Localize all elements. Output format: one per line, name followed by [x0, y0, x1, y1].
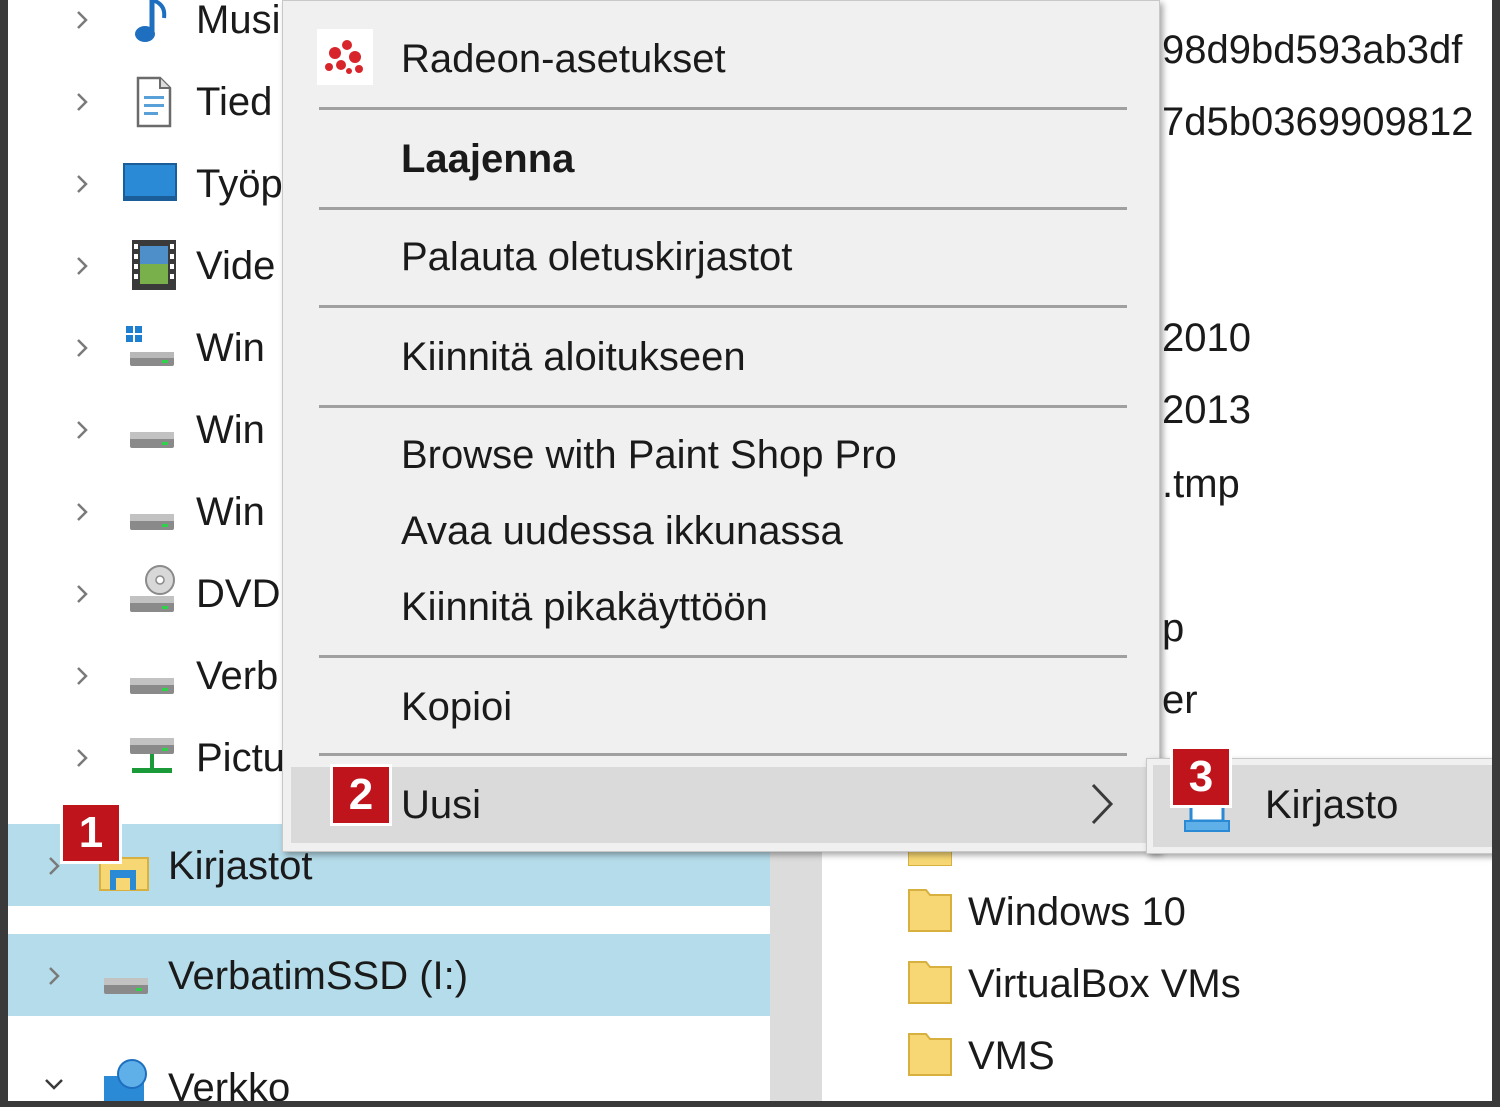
context-menu: Radeon-asetukset Laajenna Palauta oletus…: [282, 0, 1160, 852]
nav-item-label: Win: [196, 490, 265, 534]
network-drive-icon: [122, 730, 178, 786]
menu-separator: [319, 305, 1127, 308]
nav-item-label: Musi: [196, 0, 281, 42]
menu-item-label: Browse with Paint Shop Pro: [401, 433, 897, 477]
chevron-right-icon[interactable]: [72, 666, 92, 686]
menu-item-label: Kopioi: [401, 685, 513, 729]
folder-row[interactable]: Windows 10: [822, 880, 1492, 944]
step-marker-2: 2: [330, 764, 392, 826]
window-border-right: [1492, 0, 1500, 1107]
nav-item-network[interactable]: Verkko: [8, 1044, 770, 1107]
chevron-right-icon[interactable]: [72, 502, 92, 522]
menu-item-label: Radeon-asetukset: [401, 37, 726, 81]
folder-name: VirtualBox VMs: [968, 962, 1241, 1006]
chevron-right-icon[interactable]: [72, 174, 92, 194]
menu-item-pin-quick-access[interactable]: Kiinnitä pikakäyttöön: [283, 569, 1159, 641]
menu-separator: [319, 107, 1127, 110]
radeon-icon: [317, 29, 373, 85]
menu-item-browse-paint-shop-pro[interactable]: Browse with Paint Shop Pro: [283, 419, 1159, 491]
video-film-icon: [126, 236, 182, 292]
folder-row[interactable]: VMS: [822, 1024, 1492, 1088]
nav-item-label: Vide: [196, 244, 276, 288]
folder-row[interactable]: VirtualBox VMs: [822, 952, 1492, 1016]
menu-item-open-new-window[interactable]: Avaa uudessa ikkunassa: [283, 495, 1159, 567]
file-name-partial[interactable]: .tmp: [1162, 460, 1240, 508]
menu-separator: [319, 753, 1127, 756]
nav-item-label: Win: [196, 408, 265, 452]
menu-item-label: Avaa uudessa ikkunassa: [401, 509, 843, 553]
menu-item-expand[interactable]: Laajenna: [283, 121, 1159, 193]
folder-icon: [908, 1028, 952, 1076]
nav-item-label: Tied: [196, 80, 273, 124]
chevron-right-icon[interactable]: [72, 338, 92, 358]
menu-item-new[interactable]: Uusi: [291, 767, 1151, 843]
file-name-partial[interactable]: 7d5b0369909812: [1162, 98, 1473, 146]
menu-item-label: Kiinnitä aloitukseen: [401, 335, 746, 379]
step-marker-3: 3: [1170, 746, 1232, 808]
drive-icon: [96, 948, 152, 1004]
dvd-drive-icon: [122, 562, 178, 618]
chevron-right-icon[interactable]: [44, 966, 64, 986]
desktop-icon: [122, 156, 178, 212]
folder-icon: [908, 884, 952, 932]
nav-item-label: Verb: [196, 654, 279, 698]
chevron-right-icon[interactable]: [72, 10, 92, 30]
drive-icon: [122, 484, 178, 540]
file-name-partial[interactable]: 2013: [1162, 386, 1251, 434]
window-border-left: [0, 0, 8, 1107]
chevron-right-icon[interactable]: [72, 256, 92, 276]
menu-item-radeon-settings[interactable]: Radeon-asetukset: [283, 21, 1159, 93]
nav-item-label: Win: [196, 326, 265, 370]
menu-item-copy[interactable]: Kopioi: [283, 669, 1159, 741]
chevron-right-icon: [1087, 781, 1117, 827]
folder-name: VMS: [968, 1034, 1055, 1078]
chevron-down-icon[interactable]: [44, 1074, 64, 1094]
menu-item-label: Laajenna: [401, 137, 575, 181]
window-border-bottom: [0, 1101, 1500, 1107]
submenu-item-label: Kirjasto: [1265, 783, 1399, 827]
menu-item-restore-libraries[interactable]: Palauta oletuskirjastot: [283, 221, 1159, 293]
nav-item-verbatim-ssd[interactable]: VerbatimSSD (I:): [8, 934, 770, 1016]
document-icon: [126, 74, 182, 130]
music-note-icon: [126, 0, 182, 48]
drive-icon: [122, 648, 178, 704]
file-name-partial[interactable]: er: [1162, 676, 1198, 724]
step-marker-1: 1: [60, 802, 122, 864]
nav-item-label: VerbatimSSD (I:): [168, 954, 469, 998]
menu-item-label: Uusi: [401, 783, 482, 827]
chevron-right-icon[interactable]: [72, 584, 92, 604]
nav-item-label: Pictu: [196, 736, 285, 780]
folder-icon: [908, 956, 952, 1004]
chevron-right-icon[interactable]: [72, 748, 92, 768]
menu-separator: [319, 207, 1127, 210]
nav-item-label: DVD-: [196, 572, 294, 616]
menu-separator: [319, 655, 1127, 658]
file-name-partial[interactable]: p: [1162, 604, 1184, 652]
file-name-partial[interactable]: 98d9bd593ab3df: [1162, 26, 1462, 74]
folder-name: Windows 10: [968, 890, 1186, 934]
file-name-partial[interactable]: 2010: [1162, 314, 1251, 362]
nav-item-label: Työp: [196, 162, 283, 206]
windows-drive-icon: [122, 320, 178, 376]
chevron-right-icon[interactable]: [72, 92, 92, 112]
menu-separator: [319, 405, 1127, 408]
chevron-right-icon[interactable]: [72, 420, 92, 440]
menu-item-pin-to-start[interactable]: Kiinnitä aloitukseen: [283, 319, 1159, 391]
network-icon: [96, 1056, 152, 1107]
menu-item-label: Palauta oletuskirjastot: [401, 235, 793, 279]
menu-item-label: Kiinnitä pikakäyttöön: [401, 585, 768, 629]
drive-icon: [122, 402, 178, 458]
